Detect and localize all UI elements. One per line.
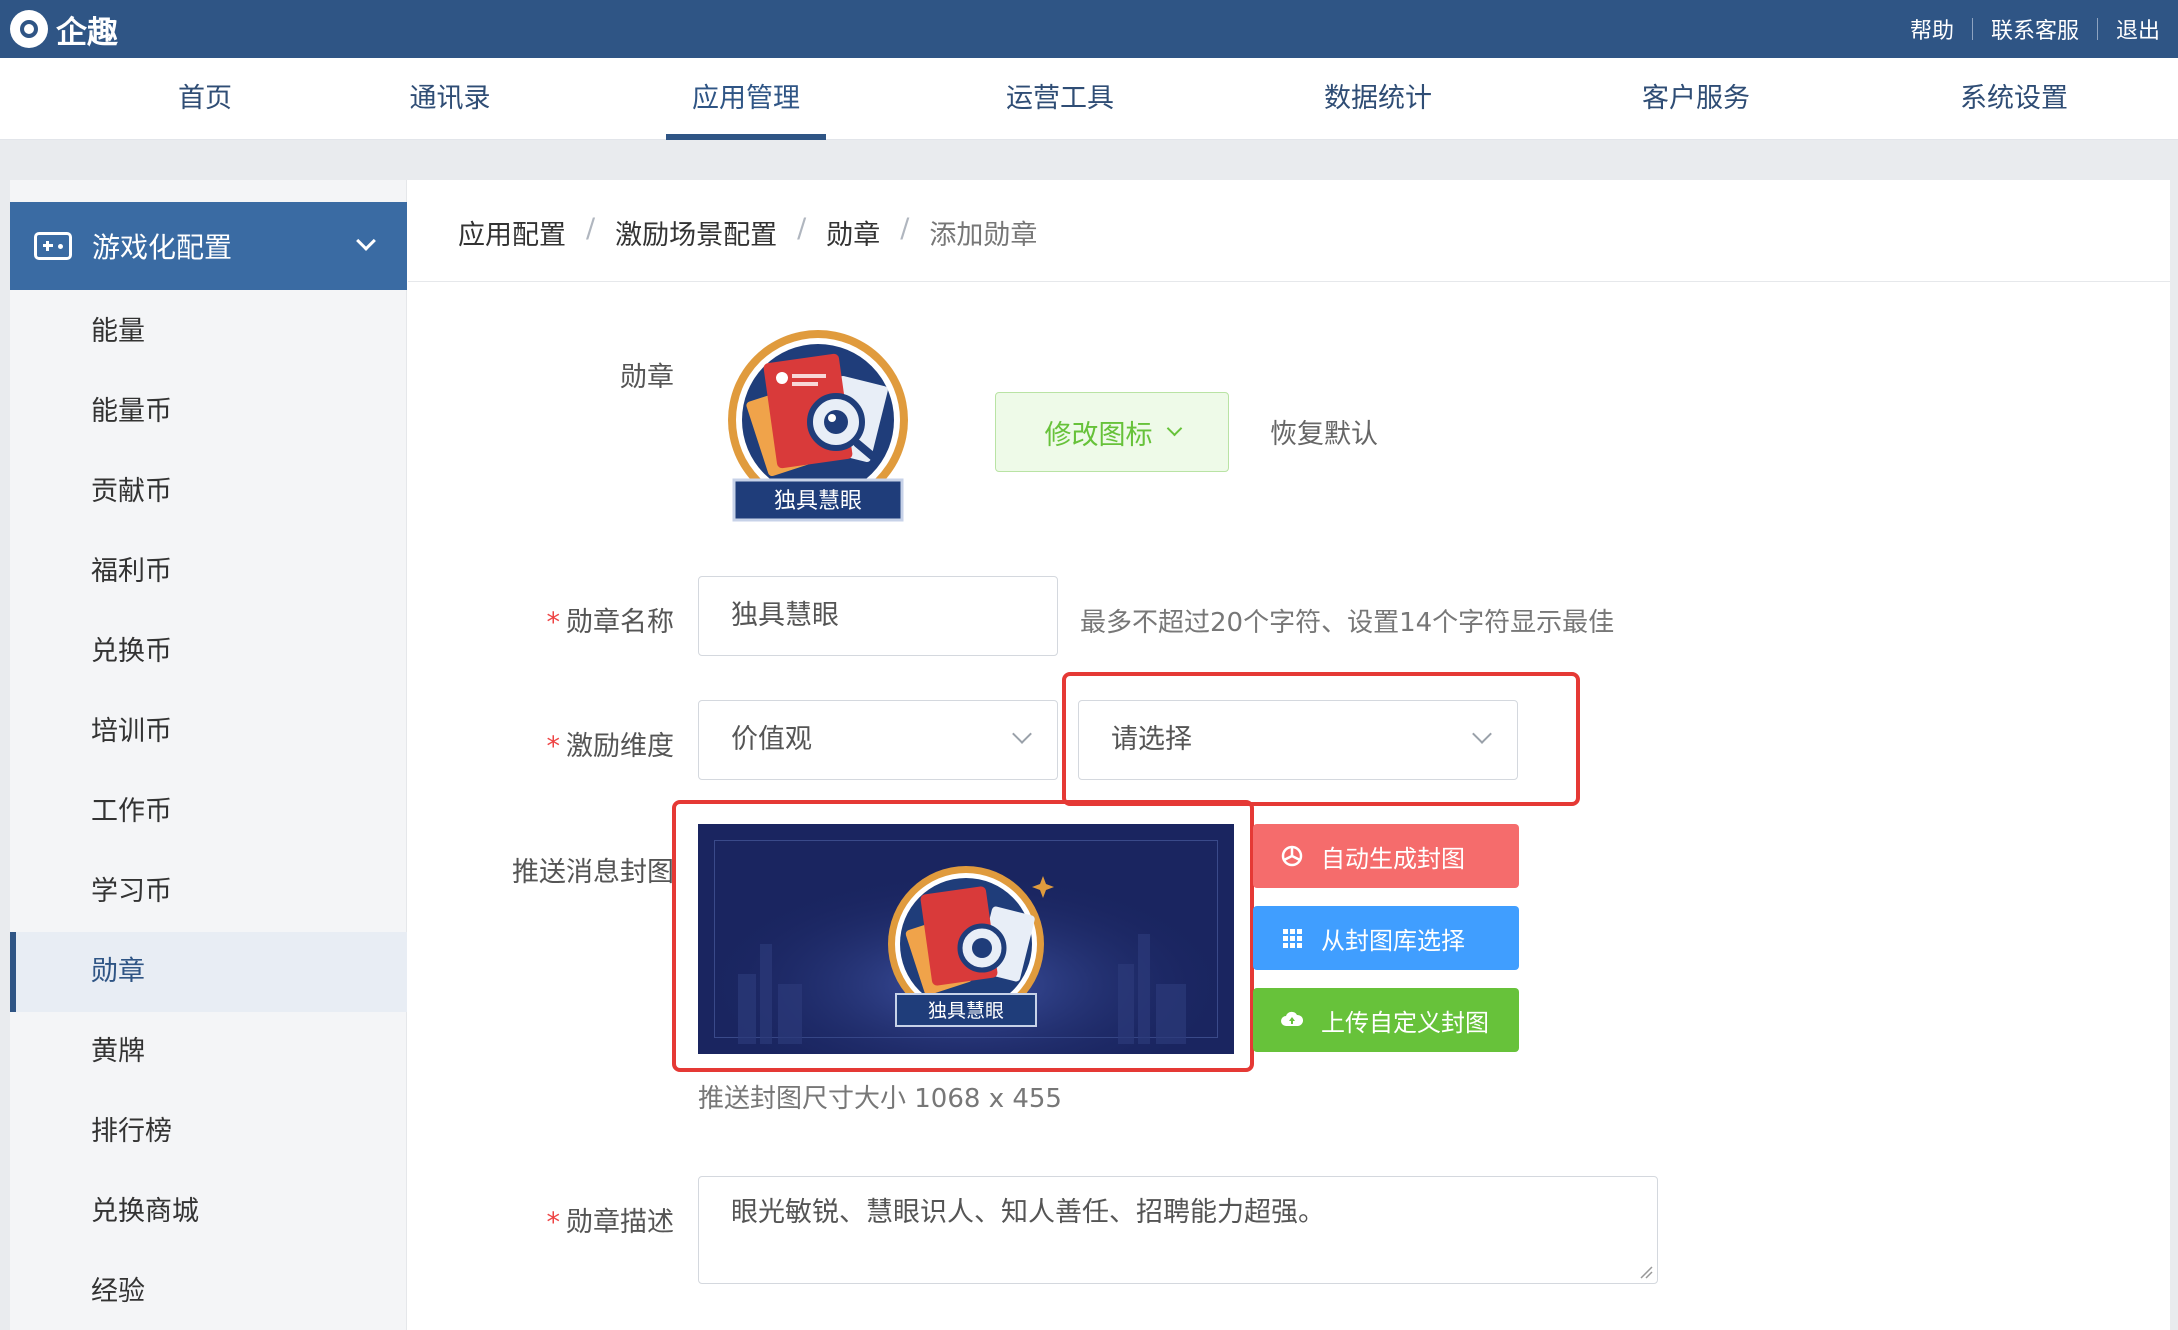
nav-home[interactable]: 首页 <box>150 58 260 140</box>
name-hint: 最多不超过20个字符、设置14个字符显示最佳 <box>1080 608 1615 638</box>
dimension-select[interactable]: 价值观 <box>698 700 1058 780</box>
help-link[interactable]: 帮助 <box>1910 13 1954 45</box>
sidebar-item-yellow-card[interactable]: 黄牌 <box>10 1012 407 1092</box>
chevron-down-icon <box>356 231 376 251</box>
sidebar: 游戏化配置 能量 能量币 贡献币 福利币 兑换币 培训币 工作币 学习币 勋章 … <box>10 180 407 1330</box>
dimension-select-value: 价值观 <box>731 724 812 755</box>
divider <box>408 281 2170 282</box>
nav-operation-tools[interactable]: 运营工具 <box>980 58 1140 140</box>
sidebar-item-training-coin[interactable]: 培训币 <box>10 692 407 772</box>
nav-customer-service[interactable]: 客户服务 <box>1616 58 1776 140</box>
nav-system-settings[interactable]: 系统设置 <box>1934 58 2094 140</box>
choose-from-library-button[interactable]: 从封图库选择 <box>1253 906 1519 970</box>
badge-banner-text: 独具慧眼 <box>774 489 862 514</box>
sidebar-item-energy-coin[interactable]: 能量币 <box>10 372 407 452</box>
app-logo[interactable]: 企趣 <box>10 8 118 51</box>
sidebar-group-gamification[interactable]: 游戏化配置 <box>10 202 407 290</box>
sidebar-item-energy[interactable]: 能量 <box>10 292 407 372</box>
medal-description-textarea[interactable]: 眼光敏锐、慧眼识人、知人善任、招聘能力超强。 <box>698 1176 1658 1284</box>
logo-icon <box>10 10 48 48</box>
breadcrumb-add-medal: 添加勋章 <box>929 220 1038 251</box>
logo-text: 企趣 <box>56 14 118 51</box>
sidebar-item-contribution-coin[interactable]: 贡献币 <box>10 452 407 532</box>
change-icon-label: 修改图标 <box>1044 419 1153 451</box>
annotation-highlight-box <box>672 800 1254 1072</box>
breadcrumb-app-config[interactable]: 应用配置 <box>458 213 566 252</box>
cloud-upload-icon <box>1281 1011 1303 1026</box>
cover-label: 推送消息封图 <box>512 857 674 888</box>
upload-custom-cover-label: 上传自定义封图 <box>1321 1008 1489 1037</box>
nav-statistics[interactable]: 数据统计 <box>1298 58 1458 140</box>
divider <box>1971 18 1973 40</box>
sidebar-item-leaderboard[interactable]: 排行榜 <box>10 1092 407 1172</box>
choose-from-library-label: 从封图库选择 <box>1321 926 1465 955</box>
annotation-highlight-box <box>1062 672 1580 806</box>
dimension-label: * 激励维度 <box>546 731 675 762</box>
medal-badge-image: 独具慧眼 <box>728 330 908 522</box>
top-bar: 企趣 帮助 联系客服 退出 <box>0 0 2178 58</box>
badge-label: 勋章 <box>620 362 674 393</box>
change-icon-button[interactable]: 修改图标 <box>995 392 1229 472</box>
breadcrumb-medal[interactable]: 勋章 <box>826 213 880 252</box>
resize-handle-icon[interactable] <box>1639 1265 1653 1279</box>
chevron-down-icon <box>1012 724 1032 744</box>
cover-size-hint: 推送封图尺寸大小 1068 x 455 <box>698 1084 1062 1114</box>
auto-generate-cover-button[interactable]: 自动生成封图 <box>1253 824 1519 888</box>
breadcrumb-scene-config[interactable]: 激励场景配置 <box>615 213 777 252</box>
sidebar-item-work-coin[interactable]: 工作币 <box>10 772 407 852</box>
grid-icon <box>1283 929 1302 948</box>
description-label: * 勋章描述 <box>546 1207 675 1238</box>
auto-generate-cover-label: 自动生成封图 <box>1321 844 1465 873</box>
gamepad-icon <box>34 232 72 260</box>
restore-default-link[interactable]: 恢复默认 <box>1270 412 1378 451</box>
sidebar-item-study-coin[interactable]: 学习币 <box>10 852 407 932</box>
medal-description-value: 眼光敏锐、慧眼识人、知人善任、招聘能力超强。 <box>731 1197 1325 1228</box>
breadcrumb: 应用配置 / 激励场景配置 / 勋章 / 添加勋章 <box>458 213 1038 252</box>
sidebar-item-exchange-coin[interactable]: 兑换币 <box>10 612 407 692</box>
contact-support-link[interactable]: 联系客服 <box>1991 13 2079 45</box>
sidebar-item-experience[interactable]: 经验 <box>10 1252 407 1330</box>
nav-contacts[interactable]: 通讯录 <box>390 58 510 140</box>
sidebar-item-welfare-coin[interactable]: 福利币 <box>10 532 407 612</box>
header-links: 帮助 联系客服 退出 <box>1910 0 2160 58</box>
sidebar-item-medal[interactable]: 勋章 <box>10 932 407 1012</box>
upload-custom-cover-button[interactable]: 上传自定义封图 <box>1253 988 1519 1052</box>
nav-active-indicator <box>666 134 826 140</box>
divider <box>2096 18 2098 40</box>
name-label: * 勋章名称 <box>546 607 675 638</box>
medal-name-input[interactable]: 独具慧眼 <box>698 576 1058 656</box>
logout-link[interactable]: 退出 <box>2116 13 2160 45</box>
sidebar-item-exchange-mall[interactable]: 兑换商城 <box>10 1172 407 1252</box>
aperture-icon <box>1281 845 1303 867</box>
chevron-down-icon <box>1166 420 1182 436</box>
nav-app-management[interactable]: 应用管理 <box>666 58 826 140</box>
sidebar-group-label: 游戏化配置 <box>92 231 233 264</box>
main-nav: 首页 通讯录 应用管理 运营工具 数据统计 客户服务 系统设置 <box>0 58 2178 140</box>
